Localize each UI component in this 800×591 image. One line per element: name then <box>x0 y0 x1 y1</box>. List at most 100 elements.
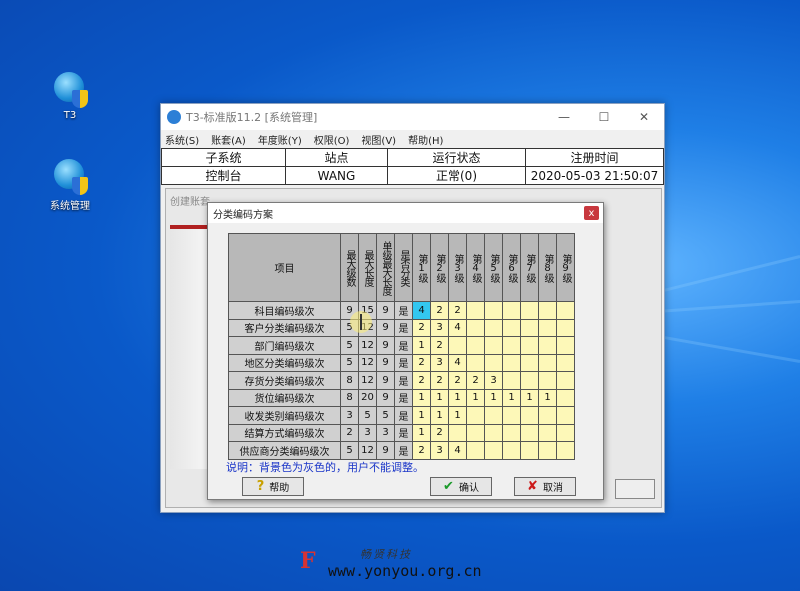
cell-level-2[interactable]: 3 <box>430 441 449 460</box>
cell-level-8[interactable] <box>538 353 557 372</box>
cell-level-4[interactable]: 2 <box>466 371 485 390</box>
cell-level-9[interactable] <box>556 336 575 355</box>
cell-level-3[interactable]: 1 <box>448 406 467 425</box>
cell-level-6[interactable] <box>502 441 521 460</box>
cell-level-2[interactable]: 2 <box>430 336 449 355</box>
cell-level-5[interactable] <box>484 301 503 320</box>
cell-level-8[interactable] <box>538 336 557 355</box>
table-row[interactable]: 部门编码级次 5 12 9 是 1 2 <box>228 336 575 355</box>
table-row[interactable]: 存货分类编码级次 8 12 9 是 2 2 2 2 3 <box>228 371 575 390</box>
desktop-icon-system-admin[interactable]: 系统管理 <box>40 155 100 212</box>
cell-level-6[interactable] <box>502 371 521 390</box>
cell-level-7[interactable] <box>520 336 539 355</box>
cell-level-4[interactable]: 1 <box>466 388 485 407</box>
cell-level-1[interactable]: 2 <box>412 318 431 337</box>
cell-level-4[interactable] <box>466 301 485 320</box>
cell-level-7[interactable] <box>520 371 539 390</box>
cell-level-9[interactable] <box>556 371 575 390</box>
cell-level-8[interactable] <box>538 423 557 442</box>
cell-level-5[interactable] <box>484 336 503 355</box>
menu-system[interactable]: 系统(S) <box>165 132 199 147</box>
cell-level-3[interactable]: 4 <box>448 353 467 372</box>
table-row[interactable]: 结算方式编码级次 2 3 3 是 1 2 <box>228 423 575 442</box>
cell-level-7[interactable] <box>520 353 539 372</box>
cell-level-4[interactable] <box>466 441 485 460</box>
table-row[interactable]: 科目编码级次 9 15 9 是 4 2 2 <box>228 301 575 320</box>
cancel-button[interactable]: ✘ 取消 <box>514 477 576 496</box>
cell-level-8[interactable] <box>538 441 557 460</box>
cell-level-3[interactable] <box>448 336 467 355</box>
cell-level-3[interactable] <box>448 423 467 442</box>
maximize-icon[interactable]: ☐ <box>584 104 624 130</box>
window-titlebar[interactable]: T3-标准版11.2 [系统管理] — ☐ ✕ <box>161 104 664 130</box>
cell-level-6[interactable] <box>502 336 521 355</box>
cell-level-8[interactable] <box>538 318 557 337</box>
ok-button[interactable]: ✔ 确认 <box>430 477 492 496</box>
cell-level-3[interactable]: 2 <box>448 371 467 390</box>
cell-level-6[interactable] <box>502 318 521 337</box>
dialog-close-icon[interactable]: x <box>584 206 599 220</box>
cell-level-4[interactable] <box>466 353 485 372</box>
cell-level-7[interactable] <box>520 423 539 442</box>
table-row[interactable]: 收发类别编码级次 3 5 5 是 1 1 1 <box>228 406 575 425</box>
cell-level-2[interactable]: 1 <box>430 406 449 425</box>
cell-level-6[interactable] <box>502 353 521 372</box>
cell-level-4[interactable] <box>466 423 485 442</box>
cell-level-1[interactable]: 2 <box>412 353 431 372</box>
cell-level-1[interactable]: 1 <box>412 423 431 442</box>
cell-level-4[interactable] <box>466 318 485 337</box>
cell-level-3[interactable]: 1 <box>448 388 467 407</box>
cell-level-8[interactable]: 1 <box>538 388 557 407</box>
cell-level-1[interactable]: 1 <box>412 336 431 355</box>
cell-level-5[interactable] <box>484 353 503 372</box>
cell-level-7[interactable]: 1 <box>520 388 539 407</box>
cell-level-8[interactable] <box>538 406 557 425</box>
table-row[interactable]: 供应商分类编码级次 5 12 9 是 2 3 4 <box>228 441 575 460</box>
menu-account[interactable]: 账套(A) <box>211 132 246 147</box>
cell-level-5[interactable] <box>484 441 503 460</box>
cell-level-9[interactable] <box>556 406 575 425</box>
cell-level-7[interactable] <box>520 318 539 337</box>
dialog-titlebar[interactable]: 分类编码方案 x <box>208 203 603 223</box>
cell-level-5[interactable]: 1 <box>484 388 503 407</box>
cell-level-2[interactable]: 1 <box>430 388 449 407</box>
cell-level-2[interactable]: 3 <box>430 318 449 337</box>
cell-level-6[interactable] <box>502 423 521 442</box>
menu-permission[interactable]: 权限(O) <box>314 132 350 147</box>
hidden-panel-button[interactable] <box>615 479 655 499</box>
cell-level-1[interactable]: 4 <box>412 301 431 320</box>
cell-level-1[interactable]: 2 <box>412 441 431 460</box>
cell-level-2[interactable]: 2 <box>430 423 449 442</box>
help-button[interactable]: ? 帮助 <box>242 477 304 496</box>
cell-level-6[interactable] <box>502 406 521 425</box>
close-icon[interactable]: ✕ <box>624 104 664 130</box>
menu-annual[interactable]: 年度账(Y) <box>258 132 302 147</box>
cell-level-9[interactable] <box>556 423 575 442</box>
cell-level-2[interactable]: 3 <box>430 353 449 372</box>
table-row[interactable]: 客户分类编码级次5129是234 <box>228 318 575 337</box>
cell-level-5[interactable]: 3 <box>484 371 503 390</box>
cell-level-8[interactable] <box>538 371 557 390</box>
cell-level-5[interactable] <box>484 318 503 337</box>
menu-view[interactable]: 视图(V) <box>361 132 396 147</box>
desktop-icon-t3[interactable]: T3 <box>40 68 100 121</box>
cell-level-6[interactable] <box>502 301 521 320</box>
cell-level-1[interactable]: 2 <box>412 371 431 390</box>
cell-level-9[interactable] <box>556 441 575 460</box>
cell-level-3[interactable]: 4 <box>448 318 467 337</box>
cell-level-2[interactable]: 2 <box>430 371 449 390</box>
menu-help[interactable]: 帮助(H) <box>408 132 443 147</box>
cell-level-3[interactable]: 2 <box>448 301 467 320</box>
cell-level-7[interactable] <box>520 441 539 460</box>
cell-level-7[interactable] <box>520 406 539 425</box>
cell-level-2[interactable]: 2 <box>430 301 449 320</box>
cell-level-7[interactable] <box>520 301 539 320</box>
cell-level-9[interactable] <box>556 353 575 372</box>
table-row[interactable]: 地区分类编码级次 5 12 9 是 2 3 4 <box>228 353 575 372</box>
cell-level-9[interactable] <box>556 318 575 337</box>
cell-level-1[interactable]: 1 <box>412 388 431 407</box>
cell-level-1[interactable]: 1 <box>412 406 431 425</box>
cell-level-4[interactable] <box>466 406 485 425</box>
cell-level-9[interactable] <box>556 301 575 320</box>
table-row[interactable]: 货位编码级次 8 20 9 是 1 1 1 1 1 1 1 1 <box>228 388 575 407</box>
